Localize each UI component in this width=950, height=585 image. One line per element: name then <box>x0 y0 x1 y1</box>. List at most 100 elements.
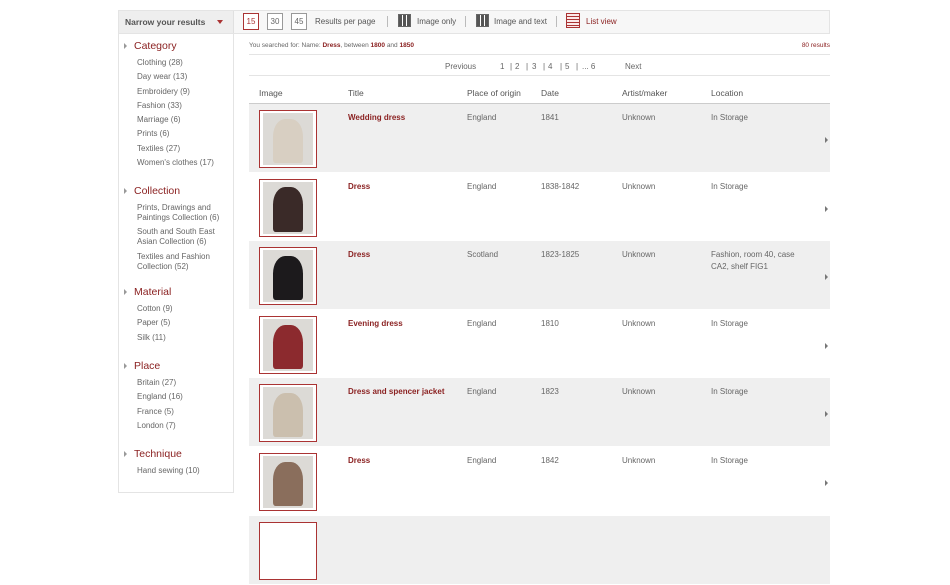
chevron-right-icon[interactable] <box>825 411 828 418</box>
thumbnail-image <box>263 456 313 508</box>
object-thumbnail[interactable] <box>259 453 317 511</box>
facet-item[interactable]: South and South East Asian Collection (6… <box>137 227 232 247</box>
object-thumbnail[interactable] <box>259 110 317 168</box>
facet-heading[interactable]: Collection <box>124 185 232 197</box>
facet-heading[interactable]: Category <box>124 40 232 52</box>
chevron-right-icon[interactable] <box>825 342 828 349</box>
facet-item[interactable]: Fashion (33) <box>137 101 232 111</box>
table-row[interactable]: Dress and spencer jacket England 1823 Unkno… <box>249 378 830 448</box>
chevron-right-icon[interactable] <box>825 205 828 212</box>
cell-date: 1810 <box>541 318 559 328</box>
cell-place: England <box>467 181 497 191</box>
table-row[interactable] <box>249 515 830 585</box>
caret-down-icon <box>217 20 223 24</box>
facet-item[interactable]: Prints (6) <box>137 129 232 139</box>
cell-artist: Unknown <box>622 387 656 397</box>
column-header: Artist/maker <box>622 88 668 98</box>
next-link[interactable]: Next <box>625 62 641 71</box>
table-header: Image Title Place of origin Date Artist/make… <box>249 86 830 104</box>
grid-text-icon[interactable] <box>476 14 489 27</box>
cell-title[interactable]: Dress <box>348 181 370 193</box>
cell-title[interactable]: Evening dress <box>348 318 403 330</box>
narrow-label: Narrow your results <box>125 17 206 27</box>
image-only-view[interactable]: Image only <box>417 17 456 26</box>
cell-artist: Unknown <box>622 456 656 465</box>
object-thumbnail[interactable] <box>259 178 317 237</box>
cell-title[interactable]: Wedding dress <box>348 112 405 124</box>
page-link[interactable]: ... 6 <box>582 62 595 71</box>
table-row[interactable]: Dress England 1838-1842 Unknown In Storage <box>249 173 830 242</box>
facet-item[interactable]: England (16) <box>137 392 232 402</box>
per-page-30[interactable]: 30 <box>267 13 283 30</box>
facet-item[interactable]: Cotton (9) <box>137 304 232 314</box>
cell-artist: Unknown <box>622 181 656 191</box>
facet-item[interactable]: Prints, Drawings and Paintings Collectio… <box>137 203 232 223</box>
previous-link[interactable]: Previous <box>445 62 476 71</box>
image-and-text-view[interactable]: Image and text <box>494 17 547 26</box>
facet-technique: Technique Hand sewing (10) <box>124 448 232 480</box>
cell-place: England <box>467 113 497 122</box>
cell-location: In Storage <box>711 318 748 328</box>
thumbnail-image <box>263 113 313 165</box>
facet-item[interactable]: Marriage (6) <box>137 115 232 125</box>
cell-title[interactable]: Dress <box>348 455 370 467</box>
chevron-right-icon[interactable] <box>825 480 828 486</box>
page-link[interactable]: 4 <box>548 62 552 71</box>
cell-title[interactable]: Dress and spencer jacket <box>348 386 445 398</box>
cell-title[interactable]: Dress <box>348 249 370 261</box>
column-header: Date <box>541 88 559 98</box>
facet-item[interactable]: Britain (27) <box>137 378 232 388</box>
list-view[interactable]: List view <box>586 17 617 26</box>
facet-item[interactable]: Day wear (13) <box>137 72 232 82</box>
facet-sidebar: Category Clothing (28) Day wear (13) Embroi… <box>118 34 234 493</box>
page-link[interactable]: 2 <box>515 62 519 71</box>
column-header: Location <box>711 88 744 98</box>
page-link[interactable]: 5 <box>565 62 569 71</box>
cell-location: In Storage <box>711 113 748 122</box>
cell-artist: Unknown <box>622 250 656 260</box>
cell-artist: Unknown <box>622 113 656 122</box>
facet-collection: Collection Prints, Drawings and Paintings… <box>124 185 232 276</box>
column-header: Place of origin <box>467 88 521 98</box>
facet-item[interactable]: Embroidery (9) <box>137 87 232 97</box>
narrow-results-toggle[interactable]: Narrow your results <box>119 11 234 33</box>
facet-item[interactable]: Paper (5) <box>137 318 232 328</box>
facet-item[interactable]: Hand sewing (10) <box>137 466 232 476</box>
object-thumbnail[interactable] <box>259 315 317 374</box>
grid-icon[interactable] <box>398 14 411 27</box>
facet-item[interactable]: Textiles (27) <box>137 144 232 154</box>
facet-item[interactable]: London (7) <box>137 421 232 431</box>
page-link[interactable]: 1 <box>500 62 504 71</box>
object-thumbnail[interactable] <box>259 384 317 443</box>
facet-item[interactable]: Silk (11) <box>137 333 232 343</box>
cell-date: 1823 <box>541 387 559 397</box>
table-row[interactable]: Dress England 1842 Unknown In Storage <box>249 447 830 516</box>
facet-heading[interactable]: Place <box>124 360 232 372</box>
object-thumbnail[interactable] <box>259 521 317 580</box>
column-header: Image <box>259 88 283 98</box>
cell-artist: Unknown <box>622 318 656 328</box>
facet-heading[interactable]: Technique <box>124 448 232 460</box>
search-and: and <box>385 42 400 49</box>
page-link[interactable]: 3 <box>532 62 536 71</box>
facet-item[interactable]: Textiles and Fashion Collection (52) <box>137 252 232 272</box>
chevron-right-icon[interactable] <box>825 137 828 143</box>
cell-location: In Storage <box>711 456 748 465</box>
per-page-45[interactable]: 45 <box>291 13 307 30</box>
cell-place: England <box>467 318 497 328</box>
list-icon[interactable] <box>566 13 580 28</box>
cell-location: In Storage <box>711 181 748 191</box>
chevron-right-icon[interactable] <box>825 274 828 281</box>
table-row[interactable]: Evening dress England 1810 Unknown In Storag… <box>249 310 830 379</box>
divider <box>556 16 557 27</box>
column-header: Title <box>348 88 364 98</box>
facet-heading[interactable]: Material <box>124 286 232 298</box>
table-row[interactable]: Dress Scotland 1823-1825 Unknown Fashion, ro… <box>249 241 830 311</box>
facet-item[interactable]: Women's clothes (17) <box>137 158 232 168</box>
object-thumbnail[interactable] <box>259 247 317 306</box>
per-page-15[interactable]: 15 <box>243 13 259 30</box>
facet-item[interactable]: France (5) <box>137 407 232 417</box>
facet-place: Place Britain (27) England (16) France (5) L… <box>124 360 232 435</box>
facet-item[interactable]: Clothing (28) <box>137 58 232 68</box>
table-row[interactable]: Wedding dress England 1841 Unknown In Storag… <box>249 104 830 173</box>
